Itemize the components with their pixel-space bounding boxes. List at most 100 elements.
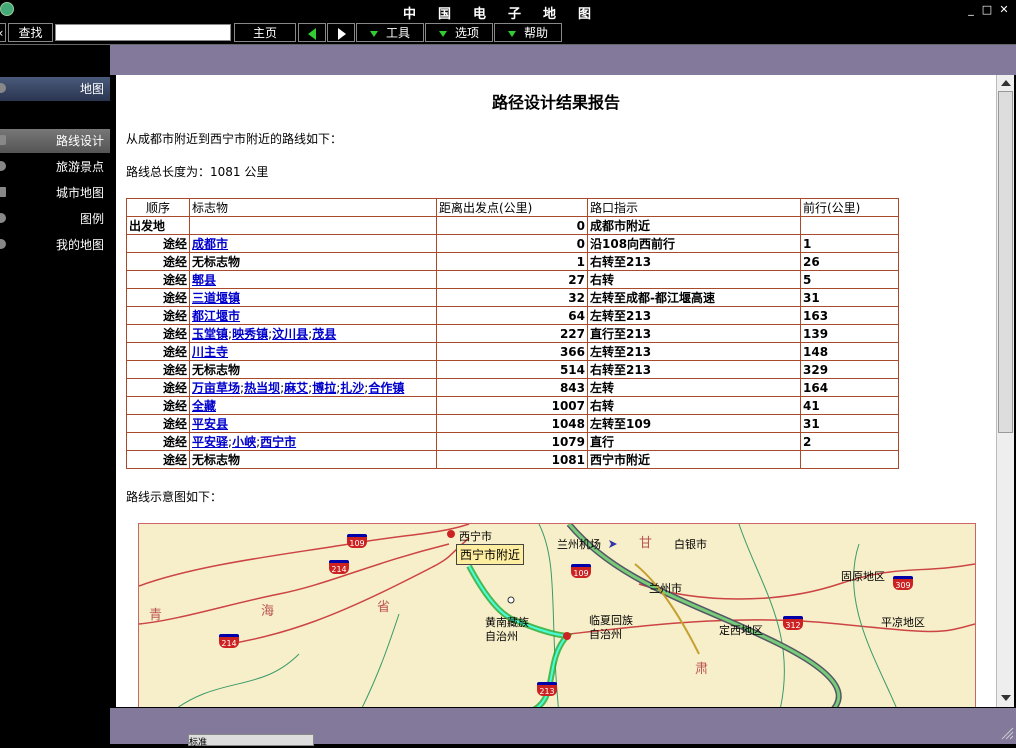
back-button[interactable] bbox=[298, 23, 326, 42]
row-type-cell: 途经 bbox=[126, 342, 190, 361]
highway-shield-icon: 312 bbox=[783, 616, 803, 630]
sidebar-item-map[interactable]: 地图 bbox=[0, 77, 110, 101]
landmark-link[interactable]: 汶川县 bbox=[272, 327, 308, 341]
direction-cell: 右转至213 bbox=[587, 360, 801, 379]
landmark-cell: 川主寺 bbox=[189, 342, 437, 361]
search-input[interactable] bbox=[55, 24, 231, 41]
landmark-link[interactable]: 郫县 bbox=[192, 273, 216, 287]
sidebar-item-city-map[interactable]: 城市地图 bbox=[0, 181, 110, 205]
vertical-scrollbar[interactable] bbox=[996, 75, 1014, 707]
map-road bbox=[638, 563, 975, 600]
status-tab[interactable]: 标准 bbox=[188, 734, 314, 748]
highway-shield-icon: 309 bbox=[893, 576, 913, 590]
landmark-cell: 无标志物 bbox=[189, 252, 437, 271]
map-label: 平凉地区 bbox=[881, 616, 925, 629]
scroll-up-icon[interactable] bbox=[1001, 80, 1011, 86]
landmark-link[interactable]: 合作镇 bbox=[368, 381, 404, 395]
home-button[interactable]: 主页 bbox=[234, 23, 296, 42]
landmark-link[interactable]: 玉堂镇 bbox=[192, 327, 228, 341]
sidebar-item-label: 地图 bbox=[79, 82, 104, 96]
forward-arrow-icon bbox=[338, 28, 346, 40]
landmark-link[interactable]: 全藏 bbox=[192, 399, 216, 413]
scroll-down-icon[interactable] bbox=[1001, 695, 1011, 701]
collapse-arrow-icon[interactable]: ‹ bbox=[0, 23, 6, 42]
map-icon bbox=[0, 83, 6, 93]
landmark-link[interactable]: 川主寺 bbox=[192, 345, 228, 359]
status-tab-label: 标准 bbox=[189, 738, 208, 748]
landmark-link[interactable]: 茂县 bbox=[312, 327, 336, 341]
map-label: 定西地区 bbox=[719, 624, 763, 637]
sidebar-item-attractions[interactable]: 旅游景点 bbox=[0, 155, 110, 179]
tools-menu[interactable]: 工具 bbox=[356, 23, 424, 42]
content-frame-top bbox=[110, 45, 1016, 75]
table-row: 途经 无标志物 1081 西宁市附近 bbox=[126, 450, 899, 469]
table-row: 途经 万亩草场;热当坝;麻艾;博拉;扎沙;合作镇 843 左转 164 bbox=[126, 378, 899, 397]
landmark-link[interactable]: 小峡 bbox=[232, 435, 256, 449]
row-type-cell: 途经 bbox=[126, 252, 190, 271]
landmark-cell: 无标志物 bbox=[189, 450, 437, 469]
help-menu[interactable]: 帮助 bbox=[494, 23, 562, 42]
sidebar-item-legend[interactable]: 图例 bbox=[0, 207, 110, 231]
options-menu[interactable]: 选项 bbox=[425, 23, 493, 42]
map-label: 兰州市 bbox=[649, 582, 682, 595]
distance-cell: 843 bbox=[436, 378, 588, 397]
landmark-link[interactable]: 热当坝 bbox=[244, 381, 280, 395]
landmark-link[interactable]: 扎沙 bbox=[340, 381, 364, 395]
direction-cell: 右转 bbox=[587, 270, 801, 289]
forward-cell: 164 bbox=[800, 378, 899, 397]
minimize-button[interactable]: _ bbox=[963, 3, 979, 17]
landmark-link[interactable]: 博拉 bbox=[312, 381, 336, 395]
column-header: 标志物 bbox=[189, 198, 437, 217]
route-map[interactable]: 西宁市 兰州机场 白银市 兰州市 固原地区 临夏回族 自治州 黄南藏族 自治州 … bbox=[138, 523, 976, 707]
sidebar-item-label: 旅游景点 bbox=[55, 160, 104, 174]
forward-button[interactable] bbox=[327, 23, 355, 42]
table-row: 途经 成都市 0 沿108向西前行 1 bbox=[126, 234, 899, 253]
landmark-link[interactable]: 都江堰市 bbox=[192, 309, 240, 323]
landmark-link[interactable]: 平安县 bbox=[192, 417, 228, 431]
maximize-icon[interactable]: □ bbox=[979, 3, 995, 17]
highway-shield-icon: 214 bbox=[219, 634, 239, 648]
table-row: 途经 川主寺 366 左转至213 148 bbox=[126, 342, 899, 361]
close-button[interactable]: ✕ bbox=[996, 3, 1012, 17]
airport-icon bbox=[609, 540, 617, 548]
dropdown-triangle-icon bbox=[369, 30, 378, 37]
table-row: 出发地 0 成都市附近 bbox=[126, 216, 899, 235]
direction-cell: 成都市附近 bbox=[587, 216, 801, 235]
province-label: 肃 bbox=[695, 662, 709, 677]
route-intro: 从成都市附近到西宁市附近的路线如下： bbox=[126, 132, 343, 146]
row-type-cell: 途经 bbox=[126, 378, 190, 397]
landmark-link[interactable]: 三道堰镇 bbox=[192, 291, 240, 305]
map-road bbox=[139, 524, 470, 587]
distance-cell: 1007 bbox=[436, 396, 588, 415]
direction-cell: 右转至213 bbox=[587, 252, 801, 271]
sidebar-item-route-design[interactable]: 路线设计 bbox=[0, 129, 110, 153]
title-bar: 中国电子地图 _ □ ✕ bbox=[0, 0, 1016, 22]
report-title: 路径设计结果报告 bbox=[491, 93, 620, 112]
table-row: 途经 无标志物 1 右转至213 26 bbox=[126, 252, 899, 271]
distance-cell: 1048 bbox=[436, 414, 588, 433]
distance-cell: 32 bbox=[436, 288, 588, 307]
landmark-link[interactable]: 平安驿 bbox=[192, 435, 228, 449]
table-row: 途经 都江堰市 64 左转至213 163 bbox=[126, 306, 899, 325]
search-button[interactable]: 查找 bbox=[8, 23, 53, 42]
route-total-length: 路线总长度为：1081 公里 bbox=[126, 165, 269, 179]
landmark-link[interactable]: 西宁市 bbox=[260, 435, 296, 449]
resize-grip-icon[interactable] bbox=[1000, 726, 1014, 740]
landmark-link[interactable]: 麻艾 bbox=[284, 381, 308, 395]
direction-cell: 直行至213 bbox=[587, 324, 801, 343]
table-row: 途经 平安县 1048 左转至109 31 bbox=[126, 414, 899, 433]
map-label: 固原地区 bbox=[841, 570, 885, 583]
sidebar-item-my-map[interactable]: 我的地图 bbox=[0, 233, 110, 257]
scrollbar-thumb[interactable] bbox=[998, 91, 1013, 433]
landmark-link[interactable]: 万亩草场 bbox=[192, 381, 240, 395]
legend-icon bbox=[0, 213, 6, 223]
map-label: 白银市 bbox=[674, 538, 707, 551]
table-row: 途经 三道堰镇 32 左转至成都-都江堰高速 31 bbox=[126, 288, 899, 307]
highway-shield-icon: 109 bbox=[571, 564, 591, 578]
landmark-link[interactable]: 映秀镇 bbox=[232, 327, 268, 341]
direction-cell: 右转 bbox=[587, 396, 801, 415]
landmark-link[interactable]: 成都市 bbox=[192, 237, 228, 251]
landmark-cell: 平安县 bbox=[189, 414, 437, 433]
row-type-cell: 途经 bbox=[126, 234, 190, 253]
distance-cell: 366 bbox=[436, 342, 588, 361]
